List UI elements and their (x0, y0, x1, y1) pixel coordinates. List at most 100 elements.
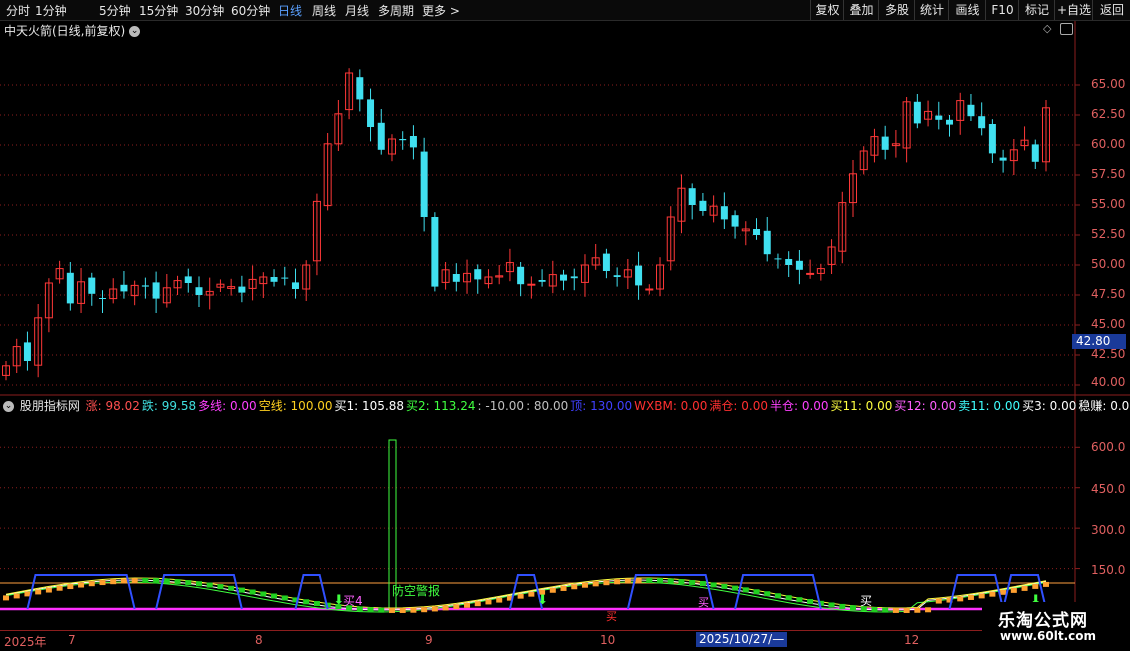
chevron-down-icon[interactable]: ⌄ (3, 401, 14, 412)
trend-block (281, 595, 288, 601)
indicator-field: 买3: 0.00 (1022, 399, 1077, 413)
overlay-button[interactable]: 叠加 (843, 0, 879, 20)
trend-block (313, 601, 320, 607)
tab-30min[interactable]: 30分钟 (185, 2, 224, 19)
trend-block (764, 591, 771, 597)
candle-body (356, 77, 364, 100)
candle-body (291, 282, 299, 289)
trend-block (1032, 583, 1039, 589)
trend-block (431, 606, 438, 612)
tab-more[interactable]: 更多 > (422, 2, 460, 19)
candle-body (699, 200, 707, 211)
trend-block (1021, 585, 1028, 591)
indicator-field: 空线: 100.00 (258, 399, 333, 413)
candle-body (570, 276, 578, 279)
trend-block (549, 587, 556, 593)
candle-body (720, 206, 728, 220)
trend-block (785, 595, 792, 601)
trend-block (635, 578, 642, 584)
trend-block (1000, 589, 1007, 595)
trend-block (474, 601, 481, 607)
trend-block (774, 593, 781, 599)
tab-monthly[interactable]: 月线 (345, 2, 369, 19)
diamond-icon[interactable]: ◇ (1043, 22, 1051, 35)
trend-block (99, 580, 106, 586)
add-watchlist-button[interactable]: +自选 (1054, 0, 1093, 20)
candle-body (1031, 144, 1039, 162)
candle-body (785, 259, 793, 265)
trend-block (592, 581, 599, 587)
trend-block (271, 593, 278, 599)
indicator-field: 买1: 105.88 (334, 399, 405, 413)
candle-body (946, 119, 954, 125)
candle-body (399, 139, 407, 141)
trend-block (667, 578, 674, 584)
indicator-name[interactable]: 股朋指标网 (20, 399, 80, 413)
tab-weekly[interactable]: 周线 (312, 2, 336, 19)
price-tick: 55.00 (1091, 197, 1126, 211)
stats-button[interactable]: 统计 (914, 0, 949, 20)
mark-button[interactable]: 标记 (1018, 0, 1055, 20)
candle-body (474, 269, 482, 280)
tab-5min[interactable]: 5分钟 (99, 2, 131, 19)
trend-block (914, 607, 921, 613)
tab-60min[interactable]: 60分钟 (231, 2, 270, 19)
watermark-title: 乐淘公式网 (998, 611, 1088, 631)
trend-block (882, 607, 889, 613)
multi-stock-button[interactable]: 多股 (878, 0, 915, 20)
date-cursor: 2025/10/27/— (696, 632, 788, 647)
trend-block (903, 607, 910, 613)
indicator-field: 跌: 99.58 (141, 399, 197, 413)
candle-body (967, 104, 975, 117)
trend-block (828, 602, 835, 608)
trend-block (935, 598, 942, 604)
date-label: 12 (904, 633, 920, 647)
trend-block (217, 584, 224, 590)
tab-daily[interactable]: 日线 (278, 2, 302, 19)
buy-signal: 买 (606, 610, 617, 623)
indicator-field: 多线: 0.00 (198, 399, 257, 413)
tab-15min[interactable]: 15分钟 (139, 2, 178, 19)
candle-body (988, 124, 996, 154)
f10-button[interactable]: F10 (985, 0, 1019, 20)
trend-block (367, 607, 374, 613)
candle-body (774, 258, 782, 260)
date-label: 9 (425, 633, 433, 647)
trend-block (646, 578, 653, 584)
trend-block (453, 604, 460, 610)
trend-block (228, 585, 235, 591)
stock-title: 中天火箭(日线,前复权) (4, 24, 126, 38)
indicator-field: 稳赚: 0.0 (1078, 399, 1130, 413)
trend-block (657, 578, 664, 584)
trend-block (24, 591, 31, 597)
trend-block (989, 591, 996, 597)
candle-body (753, 229, 761, 235)
panel-toggle-icon[interactable] (1060, 23, 1073, 35)
period-toolbar: 分时 1分钟 5分钟 15分钟 30分钟 60分钟 日线 周线 月线 多周期 更… (0, 0, 1130, 21)
chevron-down-icon[interactable]: ⌄ (129, 26, 141, 37)
price-tick: 45.00 (1091, 317, 1126, 331)
chart-canvas[interactable]: ⬇ ⬇ ⬇ (0, 0, 1130, 650)
trend-block (807, 599, 814, 605)
fuquan-button[interactable]: 复权 (810, 0, 844, 20)
candle-body (120, 284, 128, 292)
trend-block (892, 607, 899, 613)
tab-1min[interactable]: 1分钟 (35, 2, 67, 19)
candle-body (452, 274, 460, 282)
trend-block (689, 579, 696, 585)
candle-body (184, 276, 192, 283)
trend-block (517, 593, 524, 599)
indicator-field: 顶: 130.00 (570, 399, 633, 413)
trend-block (721, 583, 728, 589)
draw-line-button[interactable]: 画线 (948, 0, 986, 20)
tab-fenshi[interactable]: 分时 (6, 2, 30, 19)
tab-multi-period[interactable]: 多周期 (378, 2, 414, 19)
date-axis: 2025年 7 8 9 10 2025/10/27/— 12 (0, 630, 1075, 651)
candle-body (88, 277, 96, 294)
candle-body (881, 136, 889, 150)
candle-body (731, 215, 739, 227)
trend-block (206, 582, 213, 588)
trend-block (56, 585, 63, 591)
back-button[interactable]: 返回 (1092, 0, 1130, 20)
indicator-field: 买12: 0.00 (894, 399, 957, 413)
